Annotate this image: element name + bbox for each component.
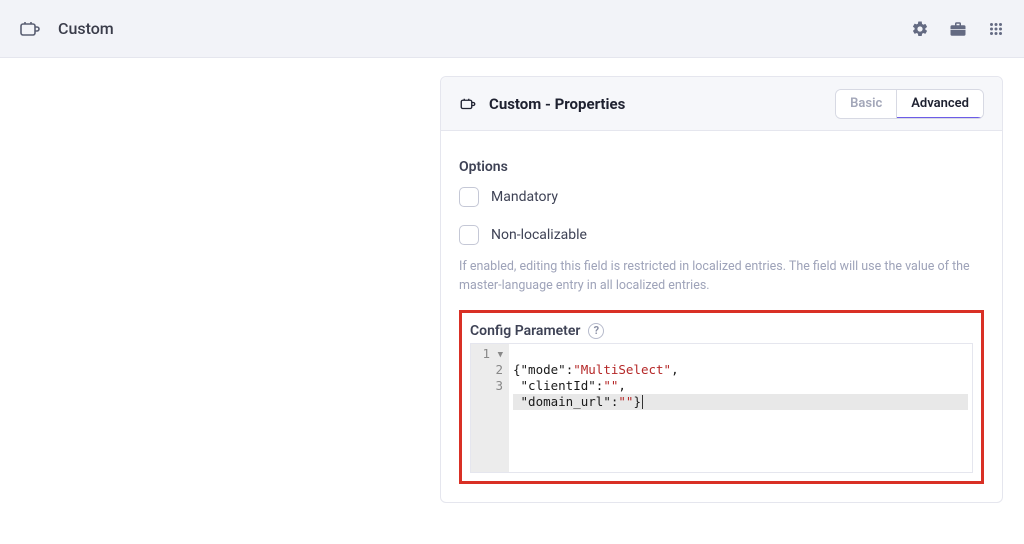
mandatory-label: Mandatory <box>491 189 558 205</box>
plugin-icon <box>459 95 477 113</box>
tab-advanced[interactable]: Advanced <box>897 90 983 119</box>
nonlocalizable-checkbox[interactable] <box>459 225 479 245</box>
briefcase-icon[interactable] <box>948 19 968 39</box>
panel-tabs: Basic Advanced <box>835 89 984 119</box>
properties-panel: Custom - Properties Basic Advanced Optio… <box>440 76 1003 503</box>
apps-icon[interactable] <box>986 19 1006 39</box>
gear-icon[interactable] <box>910 19 930 39</box>
page-title: Custom <box>58 19 114 38</box>
tab-basic[interactable]: Basic <box>836 90 897 118</box>
editor-gutter: 1 ▼ 2 3 <box>471 344 509 472</box>
options-section-label: Options <box>459 159 984 175</box>
top-bar: Custom <box>0 0 1024 58</box>
panel-title: Custom - Properties <box>489 95 625 113</box>
config-editor[interactable]: 1 ▼ 2 3 {"mode":"MultiSelect", "clientId… <box>470 343 973 473</box>
nonlocalizable-label: Non-localizable <box>491 227 587 243</box>
plugin-icon <box>18 17 42 41</box>
mandatory-checkbox[interactable] <box>459 187 479 207</box>
config-highlight: Config Parameter ? 1 ▼ 2 3 {"mode":"Mult… <box>459 310 984 484</box>
help-icon[interactable]: ? <box>588 323 604 339</box>
nonlocalizable-helper: If enabled, editing this field is restri… <box>459 257 984 296</box>
editor-body[interactable]: {"mode":"MultiSelect", "clientId":"", "d… <box>509 344 972 472</box>
config-parameter-label: Config Parameter <box>470 323 580 339</box>
